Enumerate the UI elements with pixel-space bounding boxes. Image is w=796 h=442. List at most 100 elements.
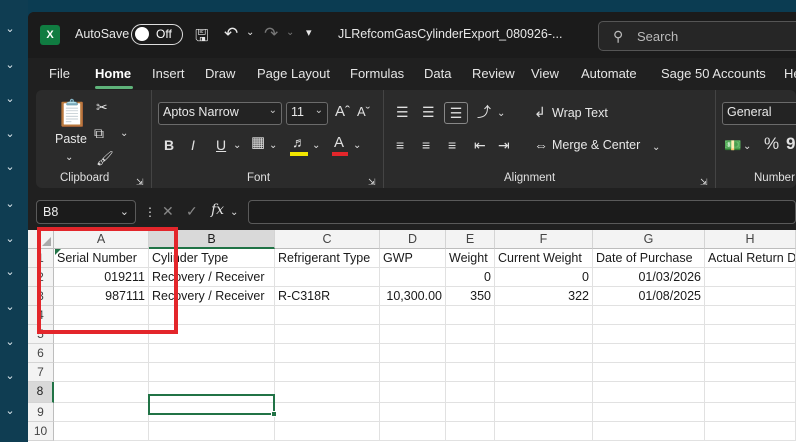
empty-cell[interactable] <box>54 422 149 441</box>
alignment-launcher-icon[interactable]: ⇲ <box>700 174 708 190</box>
tab-review[interactable]: Review <box>472 66 515 81</box>
italic-button[interactable]: I <box>191 137 195 153</box>
tab-insert[interactable]: Insert <box>152 66 185 81</box>
fill-handle[interactable] <box>271 411 277 417</box>
chevron-down-icon[interactable]: ⌄ <box>3 335 17 349</box>
more-options-icon[interactable]: ⋮ <box>144 204 156 220</box>
header-cell[interactable]: Actual Return D <box>705 249 796 268</box>
column-header-f[interactable]: F <box>495 230 593 249</box>
undo-icon[interactable]: ↶ <box>224 24 238 44</box>
empty-cell[interactable] <box>380 306 446 325</box>
chevron-down-icon[interactable]: ⌄ <box>3 265 17 279</box>
table-cell[interactable] <box>380 268 446 287</box>
percent-style-button[interactable]: % <box>764 135 779 152</box>
font-color-icon[interactable]: A <box>334 135 344 151</box>
tab-file[interactable]: File <box>49 66 70 81</box>
column-header-e[interactable]: E <box>446 230 495 249</box>
search-box[interactable]: ⚲ Search <box>598 21 796 51</box>
chevron-down-icon[interactable]: ⌄ <box>3 404 17 418</box>
empty-cell[interactable] <box>54 403 149 422</box>
copy-icon[interactable]: ⧉ <box>94 125 104 141</box>
paste-dropdown-icon[interactable]: ⌄ <box>65 150 73 166</box>
bottom-align-icon[interactable]: ☰ <box>444 102 468 124</box>
chevron-down-icon[interactable]: ⌄ <box>3 22 17 36</box>
align-center-icon[interactable]: ≡ <box>422 137 430 153</box>
increase-indent-icon[interactable]: ⇥ <box>498 137 510 153</box>
merge-center-button[interactable]: Merge & Center <box>552 138 640 152</box>
align-left-icon[interactable]: ≡ <box>396 137 404 153</box>
table-cell[interactable]: 01/08/2025 <box>593 287 705 306</box>
align-right-icon[interactable]: ≡ <box>448 137 456 153</box>
formula-input[interactable] <box>248 200 796 224</box>
orientation-dropdown-icon[interactable]: ⌄ <box>497 106 505 122</box>
fill-color-icon[interactable]: ♬ <box>292 134 306 150</box>
empty-cell[interactable] <box>593 325 705 344</box>
empty-cell[interactable] <box>275 325 380 344</box>
header-cell[interactable]: Date of Purchase <box>593 249 705 268</box>
header-cell[interactable]: GWP <box>380 249 446 268</box>
table-cell[interactable]: 350 <box>446 287 495 306</box>
empty-cell[interactable] <box>495 363 593 382</box>
empty-cell[interactable] <box>446 403 495 422</box>
empty-cell[interactable] <box>54 363 149 382</box>
empty-cell[interactable] <box>446 325 495 344</box>
bold-button[interactable]: B <box>164 137 174 153</box>
row-header-10[interactable]: 10 <box>28 422 54 441</box>
table-cell[interactable] <box>705 287 796 306</box>
fill-color-dropdown-icon[interactable]: ⌄ <box>312 138 320 154</box>
chevron-down-icon[interactable]: ⌄ <box>3 92 17 106</box>
empty-cell[interactable] <box>495 422 593 441</box>
tab-sage-50-accounts[interactable]: Sage 50 Accounts <box>661 66 766 81</box>
empty-cell[interactable] <box>705 363 796 382</box>
empty-cell[interactable] <box>593 403 705 422</box>
chevron-down-icon[interactable]: ⌄ <box>3 58 17 72</box>
accounting-dropdown-icon[interactable]: ⌄ <box>743 139 751 155</box>
empty-cell[interactable] <box>380 325 446 344</box>
comma-style-button[interactable]: 9 <box>786 135 795 152</box>
font-color-dropdown-icon[interactable]: ⌄ <box>353 138 361 154</box>
name-box[interactable]: B8 ⌄ <box>36 200 136 224</box>
tab-page-layout[interactable]: Page Layout <box>257 66 330 81</box>
table-cell[interactable]: 322 <box>495 287 593 306</box>
table-cell[interactable]: 0 <box>495 268 593 287</box>
underline-dropdown-icon[interactable]: ⌄ <box>233 138 241 154</box>
empty-cell[interactable] <box>446 382 495 403</box>
empty-cell[interactable] <box>495 382 593 403</box>
empty-cell[interactable] <box>275 382 380 403</box>
row-header-8[interactable]: 8 <box>28 382 54 403</box>
copy-dropdown-icon[interactable]: ⌄ <box>120 126 128 142</box>
orientation-icon[interactable]: ⤴ <box>477 104 491 120</box>
header-cell[interactable]: Current Weight <box>495 249 593 268</box>
chevron-down-icon[interactable]: ⌄ <box>3 300 17 314</box>
font-size-dropdown[interactable]: 11 ⌄ <box>286 102 328 125</box>
cancel-icon[interactable]: ✕ <box>162 203 174 219</box>
font-launcher-icon[interactable]: ⇲ <box>368 174 376 190</box>
table-cell[interactable]: 01/03/2026 <box>593 268 705 287</box>
empty-cell[interactable] <box>705 422 796 441</box>
header-cell[interactable]: Weight <box>446 249 495 268</box>
active-cell-selection[interactable] <box>148 394 275 415</box>
empty-cell[interactable] <box>275 422 380 441</box>
undo-dropdown-icon[interactable]: ⌄ <box>246 27 254 38</box>
autosave-toggle[interactable]: Off <box>131 24 183 45</box>
paste-icon[interactable]: 📋 <box>56 98 88 128</box>
empty-cell[interactable] <box>593 422 705 441</box>
row-header-9[interactable]: 9 <box>28 403 54 422</box>
empty-cell[interactable] <box>446 344 495 363</box>
decrease-font-size-icon[interactable]: Aˇ <box>357 104 370 120</box>
clipboard-launcher-icon[interactable]: ⇲ <box>136 174 144 190</box>
merge-dropdown-icon[interactable]: ⌄ <box>652 140 660 156</box>
format-painter-icon[interactable]: 🖌 <box>96 150 114 166</box>
empty-cell[interactable] <box>380 363 446 382</box>
empty-cell[interactable] <box>495 344 593 363</box>
empty-cell[interactable] <box>593 363 705 382</box>
empty-cell[interactable] <box>275 363 380 382</box>
redo-icon[interactable]: ↷ <box>264 24 278 44</box>
header-cell[interactable]: Refrigerant Type <box>275 249 380 268</box>
empty-cell[interactable] <box>380 344 446 363</box>
table-cell[interactable] <box>705 268 796 287</box>
empty-cell[interactable] <box>593 306 705 325</box>
empty-cell[interactable] <box>705 382 796 403</box>
chevron-down-icon[interactable]: ⌄ <box>3 232 17 246</box>
empty-cell[interactable] <box>495 325 593 344</box>
